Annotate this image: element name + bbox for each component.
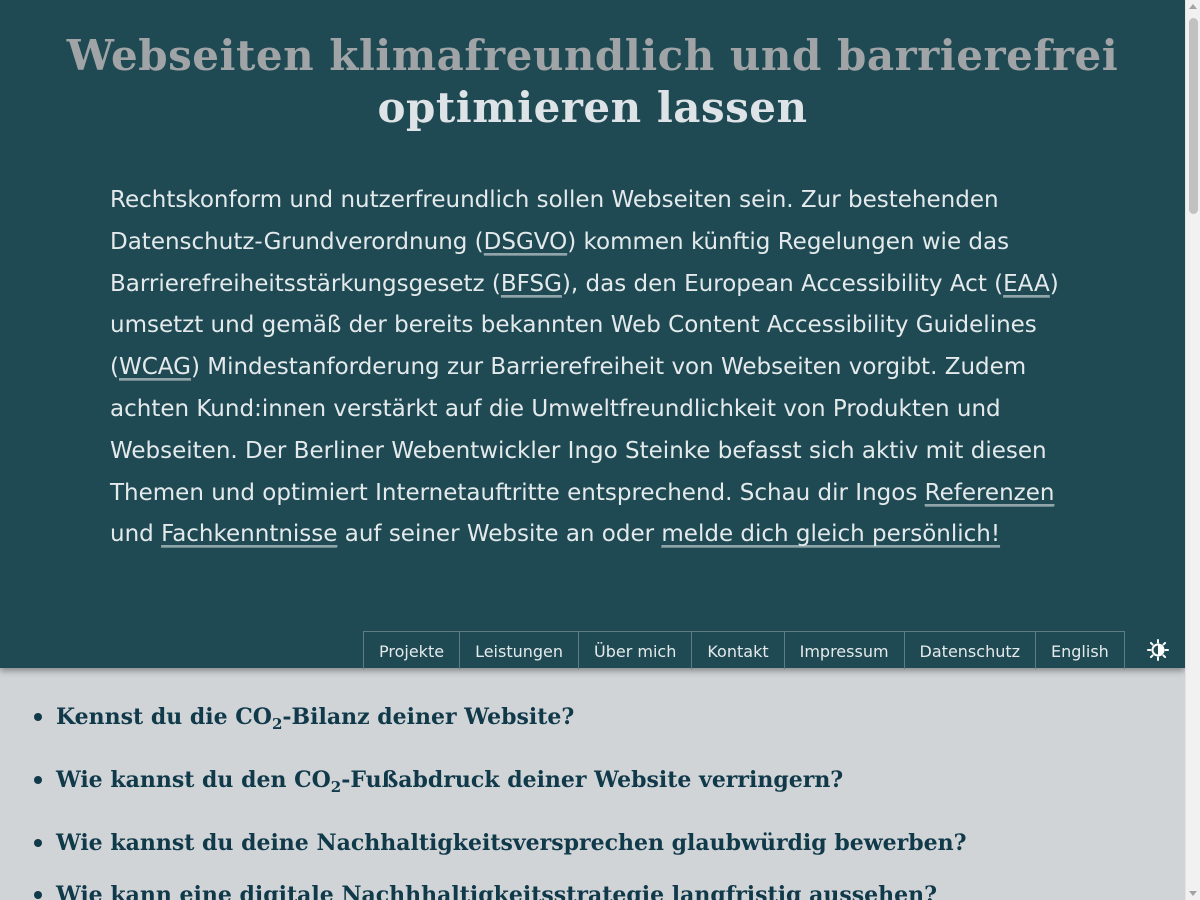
nav-item-projekte[interactable]: Projekte bbox=[363, 632, 459, 669]
page-title-line2: optimieren lassen bbox=[377, 83, 808, 132]
faq-item[interactable]: Wie kannst du den CO2-Fußabdruck deiner … bbox=[30, 760, 1150, 807]
intro-text: ) Mindestanforderung zur Barrierefreihei… bbox=[110, 354, 1047, 506]
eaa-link[interactable]: EAA bbox=[1003, 270, 1050, 298]
faq-text: Wie kannst du den CO bbox=[56, 767, 331, 793]
faq-subscript: 2 bbox=[271, 715, 283, 733]
faq-text: Kennst du die CO bbox=[56, 704, 272, 730]
intro-text: und bbox=[110, 521, 162, 548]
vertical-scrollbar[interactable] bbox=[1185, 0, 1200, 900]
contrast-icon bbox=[1147, 639, 1169, 661]
theme-toggle-button[interactable] bbox=[1147, 639, 1169, 661]
bullet-icon bbox=[34, 839, 42, 847]
nav-item-ueber-mich[interactable]: Über mich bbox=[578, 632, 691, 669]
faq-text: -Bilanz deiner Website? bbox=[282, 704, 575, 730]
site-header: Webseiten klimafreundlich und barrierefr… bbox=[0, 0, 1185, 669]
intro-text: auf seiner Website an oder bbox=[337, 521, 662, 548]
nav-item-datenschutz[interactable]: Datenschutz bbox=[903, 632, 1035, 669]
faq-text: Wie kannst du deine Nachhaltigkeitsversp… bbox=[56, 830, 967, 856]
faq-subscript: 2 bbox=[330, 778, 342, 796]
intro-text: ), das den European Accessibility Act ( bbox=[561, 270, 1004, 297]
faq-text: Wie kann eine digitale Nachhhaltigkeitss… bbox=[56, 882, 937, 900]
scroll-down-arrow-icon[interactable] bbox=[1189, 891, 1197, 896]
nav-item-impressum[interactable]: Impressum bbox=[783, 632, 904, 669]
bullet-icon bbox=[34, 776, 42, 784]
scroll-up-arrow-icon[interactable] bbox=[1189, 4, 1197, 9]
nav-item-english[interactable]: English bbox=[1035, 632, 1125, 669]
page-title-line1: Webseiten klimafreundlich und barrierefr… bbox=[66, 31, 1119, 80]
wcag-link[interactable]: WCAG bbox=[118, 354, 191, 382]
bullet-icon bbox=[34, 713, 42, 721]
referenzen-link[interactable]: Referenzen bbox=[924, 479, 1055, 507]
intro-paragraph: Rechtskonform und nutzerfreundlich solle… bbox=[110, 180, 1060, 556]
page-title: Webseiten klimafreundlich und barrierefr… bbox=[0, 30, 1185, 134]
scrollbar-thumb[interactable] bbox=[1189, 18, 1198, 214]
dsgvo-link[interactable]: DSGVO bbox=[483, 228, 568, 256]
fachkenntnisse-link[interactable]: Fachkenntnisse bbox=[161, 521, 338, 549]
nav-item-kontakt[interactable]: Kontakt bbox=[691, 632, 783, 669]
main-nav: Projekte Leistungen Über mich Kontakt Im… bbox=[363, 631, 1125, 669]
contact-link[interactable]: melde dich gleich persönlich! bbox=[661, 521, 1001, 549]
bfsg-link[interactable]: BFSG bbox=[500, 270, 562, 298]
faq-item[interactable]: Wie kannst du deine Nachhaltigkeitsversp… bbox=[30, 823, 1150, 863]
faq-item[interactable]: Wie kann eine digitale Nachhhaltigkeitss… bbox=[30, 875, 1150, 900]
faq-list: Kennst du die CO2-Bilanz deiner Website?… bbox=[30, 697, 1150, 900]
nav-item-leistungen[interactable]: Leistungen bbox=[459, 632, 578, 669]
bullet-icon bbox=[34, 891, 42, 899]
faq-text: -Fußabdruck deiner Website verringern? bbox=[341, 767, 844, 793]
faq-item[interactable]: Kennst du die CO2-Bilanz deiner Website? bbox=[30, 697, 1150, 744]
